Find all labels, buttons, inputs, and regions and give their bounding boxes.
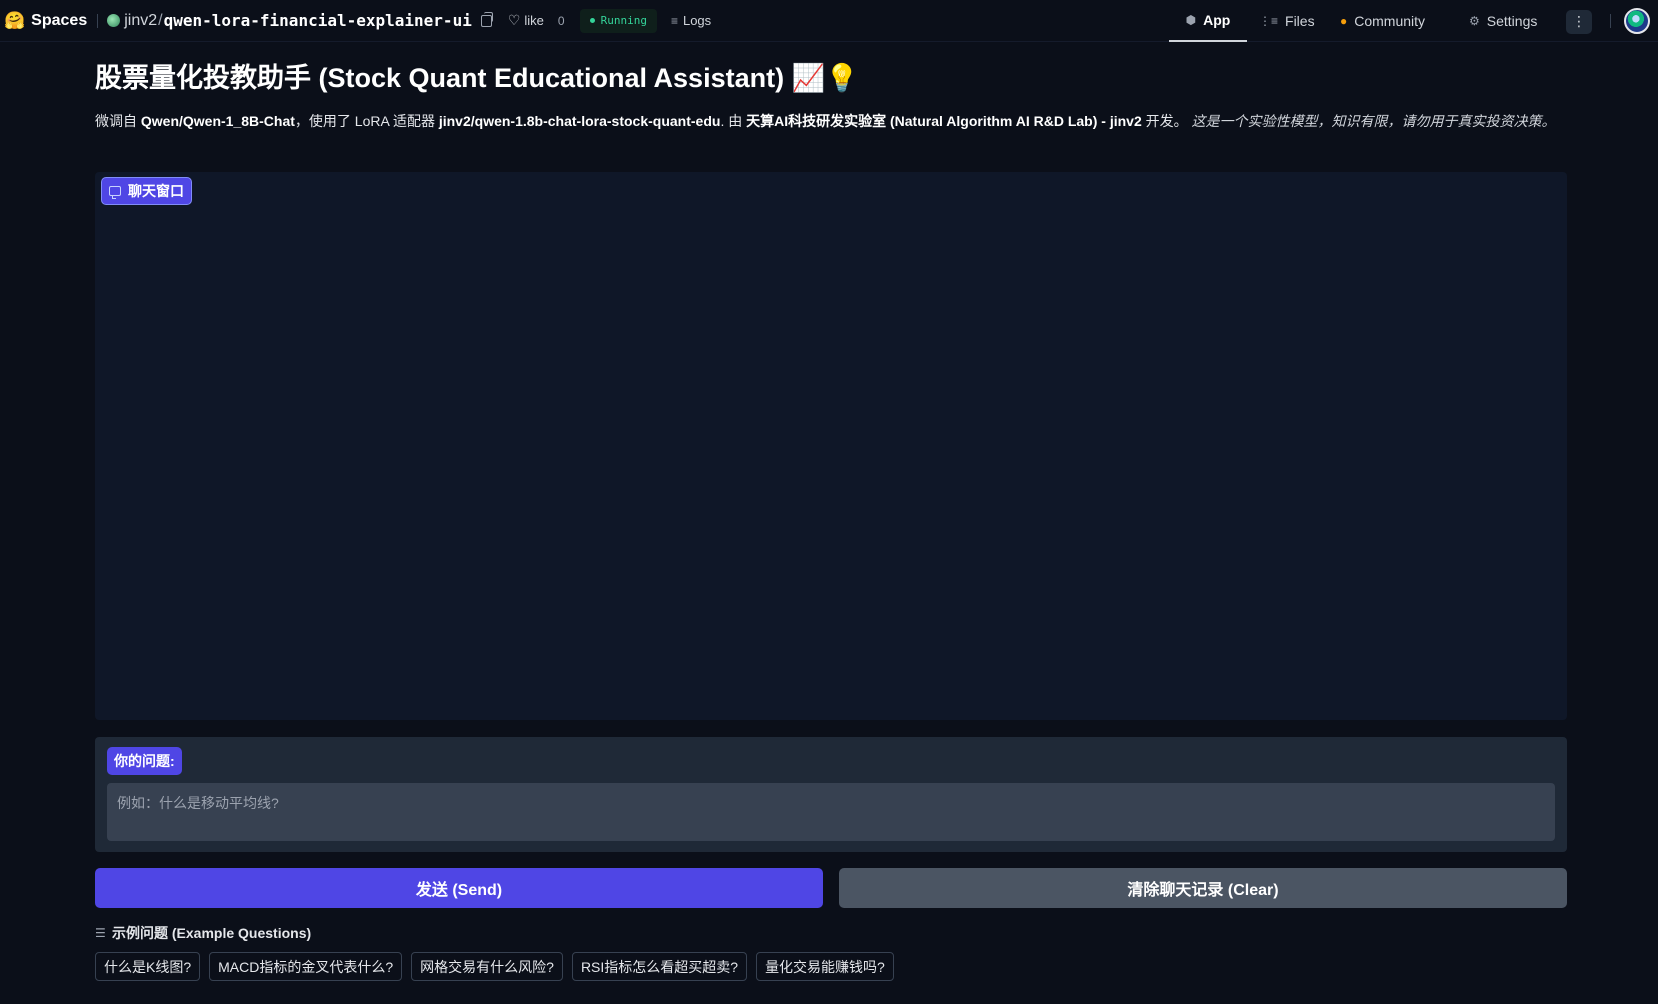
- files-icon: ⋮≡: [1259, 14, 1279, 28]
- examples-header: ☰ 示例问题 (Example Questions): [95, 923, 311, 943]
- tab-community-label: Community: [1354, 13, 1426, 29]
- example-question[interactable]: MACD指标的金叉代表什么?: [209, 952, 403, 981]
- tab-app-label: App: [1203, 12, 1231, 28]
- owner-avatar-icon: [107, 14, 121, 27]
- more-options-icon[interactable]: ⋮: [1566, 10, 1592, 34]
- logs-icon: ≡: [670, 13, 678, 28]
- separator: [1610, 14, 1611, 28]
- desc-text-2: ，使用了 LoRA 适配器: [294, 113, 439, 129]
- community-icon: ●: [1340, 14, 1348, 28]
- tab-community[interactable]: ● Community: [1340, 0, 1425, 42]
- list-icon: ☰: [95, 926, 106, 940]
- page-description: 微调自 Qwen/Qwen-1_8B-Chat，使用了 LoRA 适配器 jin…: [95, 110, 1565, 133]
- repo-breadcrumb: jinv2 / qwen-lora-financial-explainer-ui: [107, 11, 493, 30]
- page-title: 股票量化投教助手 (Stock Quant Educational Assist…: [95, 63, 859, 93]
- status-badge[interactable]: Running: [579, 8, 657, 33]
- heart-icon: ♡: [507, 12, 521, 28]
- like-count[interactable]: 0: [558, 14, 565, 28]
- separator: [97, 13, 99, 28]
- clear-button[interactable]: 清除聊天记录 (Clear): [839, 868, 1567, 908]
- examples-list: 什么是K线图? MACD指标的金叉代表什么? 网格交易有什么风险? RSI指标怎…: [95, 952, 894, 981]
- chat-bubble-icon: [109, 186, 121, 199]
- running-dot-icon: [589, 18, 595, 23]
- desc-text-3: . 由: [720, 113, 747, 129]
- gear-icon: ⚙: [1469, 14, 1480, 28]
- example-question[interactable]: RSI指标怎么看超买超卖?: [571, 952, 748, 981]
- examples-title: 示例问题 (Example Questions): [112, 925, 312, 941]
- spaces-label: Spaces: [31, 11, 88, 29]
- base-model-name: Qwen/Qwen-1_8B-Chat: [140, 113, 295, 129]
- chat-label-text: 聊天窗口: [128, 183, 184, 199]
- desc-text-4: 开发。: [1141, 113, 1192, 129]
- tab-files[interactable]: ⋮≡ Files: [1259, 0, 1315, 42]
- app-cube-icon: ⬢: [1185, 13, 1197, 27]
- example-question[interactable]: 量化交易能赚钱吗?: [756, 952, 894, 981]
- logs-label: Logs: [682, 13, 712, 28]
- logs-button[interactable]: ≡ Logs: [671, 13, 711, 28]
- repo-slash: /: [158, 11, 163, 29]
- org-name: 天算AI科技研发实验室 (Natural Algorithm AI R&D La…: [746, 113, 1142, 129]
- desc-text-1: 微调自: [95, 113, 141, 129]
- hugging-face-logo-icon: 🤗: [4, 11, 26, 30]
- repo-name-link[interactable]: qwen-lora-financial-explainer-ui: [164, 11, 472, 30]
- tab-files-label: Files: [1285, 13, 1315, 29]
- user-avatar[interactable]: [1624, 8, 1650, 34]
- chat-window[interactable]: 聊天窗口: [95, 172, 1567, 720]
- tab-settings-label: Settings: [1486, 13, 1538, 29]
- send-button[interactable]: 发送 (Send): [95, 868, 823, 908]
- question-input[interactable]: [107, 783, 1555, 841]
- disclaimer-text: 这是一个实验性模型，知识有限，请勿用于真实投资决策。: [1191, 113, 1556, 129]
- question-panel: 你的问题:: [95, 737, 1567, 852]
- copy-icon[interactable]: [480, 11, 493, 27]
- like-button[interactable]: ♡ like 0: [508, 12, 565, 29]
- status-text: Running: [600, 14, 647, 27]
- chat-window-label: 聊天窗口: [101, 177, 192, 205]
- like-label: like: [524, 13, 544, 28]
- question-label: 你的问题:: [107, 747, 182, 775]
- tab-settings[interactable]: ⚙ Settings: [1469, 0, 1537, 42]
- adapter-name: jinv2/qwen-1.8b-chat-lora-stock-quant-ed…: [438, 113, 721, 129]
- spaces-brand[interactable]: 🤗 Spaces: [4, 0, 87, 42]
- example-question[interactable]: 什么是K线图?: [95, 952, 201, 981]
- repo-owner-link[interactable]: jinv2: [124, 12, 157, 30]
- tab-app[interactable]: ⬢ App: [1169, 0, 1247, 42]
- example-question[interactable]: 网格交易有什么风险?: [411, 952, 563, 981]
